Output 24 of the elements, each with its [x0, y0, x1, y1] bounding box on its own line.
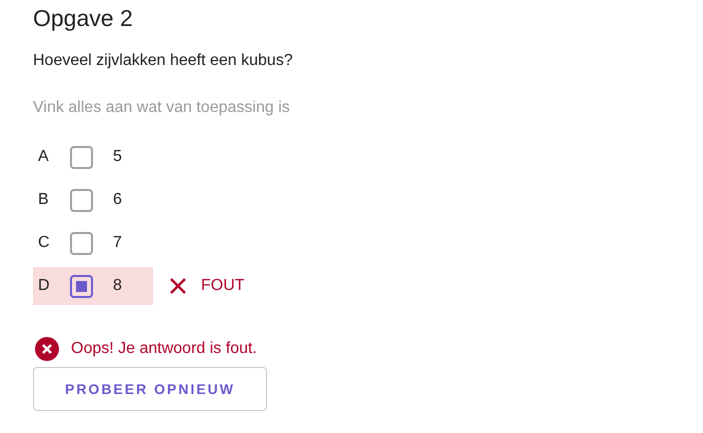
option-label: 7 [113, 233, 122, 253]
question-title: Opgave 2 [33, 4, 133, 33]
option-letter: A [38, 147, 50, 167]
error-message: Oops! Je antwoord is fout. [71, 339, 257, 359]
retry-button[interactable]: PROBEER OPNIEUW [33, 367, 267, 411]
checkbox[interactable] [70, 232, 93, 254]
answer-option[interactable]: B 6 [33, 181, 153, 219]
answer-option[interactable]: A 5 [33, 138, 153, 176]
error-icon [35, 337, 59, 361]
question-text: Hoeveel zijvlakken heeft een kubus? [33, 51, 293, 71]
option-letter: C [38, 233, 51, 253]
cross-icon [169, 277, 187, 295]
option-label: 5 [113, 147, 122, 167]
option-letter: B [38, 190, 50, 210]
checkbox[interactable] [70, 188, 93, 212]
option-label: 6 [113, 190, 122, 210]
instruction-text: Vink alles aan wat van toepassing is [33, 98, 290, 118]
checkbox[interactable] [70, 146, 93, 168]
option-letter: D [38, 276, 51, 296]
feedback-label: FOUT [201, 276, 245, 296]
option-label: 8 [113, 276, 122, 296]
answer-option-highlight[interactable]: D 8 [33, 267, 153, 305]
answer-option[interactable]: C 7 [33, 224, 153, 262]
checkbox[interactable] [70, 274, 93, 298]
